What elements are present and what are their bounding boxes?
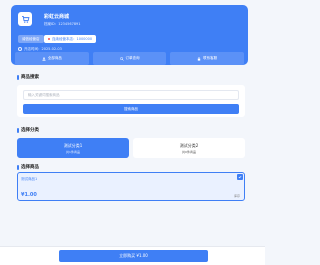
store-logo xyxy=(18,12,32,26)
product-section-title: 选择商品 xyxy=(17,164,39,170)
category-list: 测试分类1 共1件商品 测试分类2 共0件商品 xyxy=(17,138,245,158)
sales-badge: 连续经营本店：1000000 xyxy=(44,35,97,43)
dot-icon xyxy=(48,38,50,40)
store-name: 彩虹云商城 xyxy=(44,14,70,20)
search-section-label: 商品搜索 xyxy=(21,75,39,80)
product-stock: 库存 xyxy=(233,194,240,198)
contact-service-label: 联系客服 xyxy=(203,56,218,60)
category-section-label: 选择分类 xyxy=(21,128,39,133)
store-id: 档案ID：1234567891 xyxy=(44,22,81,26)
section-marker xyxy=(17,74,19,80)
contact-service-button[interactable]: 联系客服 xyxy=(170,52,245,65)
search-card: 搜索商品 xyxy=(17,85,245,117)
search-section-title: 商品搜索 xyxy=(17,74,39,80)
selected-check-icon xyxy=(237,174,243,180)
product-card[interactable]: 测试商品1 ¥1.00 库存 xyxy=(17,172,245,201)
order-query-label: 订单查询 xyxy=(125,56,140,60)
category-count: 共0件商品 xyxy=(182,149,196,154)
category-count: 共1件商品 xyxy=(66,149,80,154)
all-products-label: 全部商品 xyxy=(47,56,62,60)
store-action-row: 全部商品 订单查询 联系客服 xyxy=(11,52,248,65)
section-marker xyxy=(17,127,19,133)
search-icon xyxy=(119,56,124,61)
all-products-button[interactable]: 全部商品 xyxy=(15,52,89,65)
search-input[interactable] xyxy=(23,90,239,100)
category-item-1[interactable]: 测试分类1 共1件商品 xyxy=(17,138,129,158)
category-item-2[interactable]: 测试分类2 共0件商品 xyxy=(133,138,245,158)
search-button[interactable]: 搜索商品 xyxy=(23,104,239,114)
user-icon xyxy=(42,56,46,61)
buy-now-button[interactable]: 立即购买 ¥1.00 xyxy=(59,250,208,262)
section-marker xyxy=(17,164,19,170)
category-section-title: 选择分类 xyxy=(17,127,39,133)
category-name: 测试分类2 xyxy=(179,142,199,148)
clock-icon xyxy=(18,47,22,51)
order-query-button[interactable]: 订单查询 xyxy=(92,52,167,65)
lock-icon xyxy=(197,56,201,61)
verified-badge: 诚信经营店 xyxy=(18,35,44,43)
sales-badge-text: 连续经营本店：1000000 xyxy=(52,37,93,41)
product-name: 测试商品1 xyxy=(21,177,38,181)
bottom-bar: 立即购买 ¥1.00 xyxy=(0,246,265,265)
product-section-label: 选择商品 xyxy=(21,165,39,170)
shop-cart-icon xyxy=(21,15,29,23)
category-name: 测试分类1 xyxy=(63,142,83,148)
product-price: ¥1.00 xyxy=(21,192,37,198)
